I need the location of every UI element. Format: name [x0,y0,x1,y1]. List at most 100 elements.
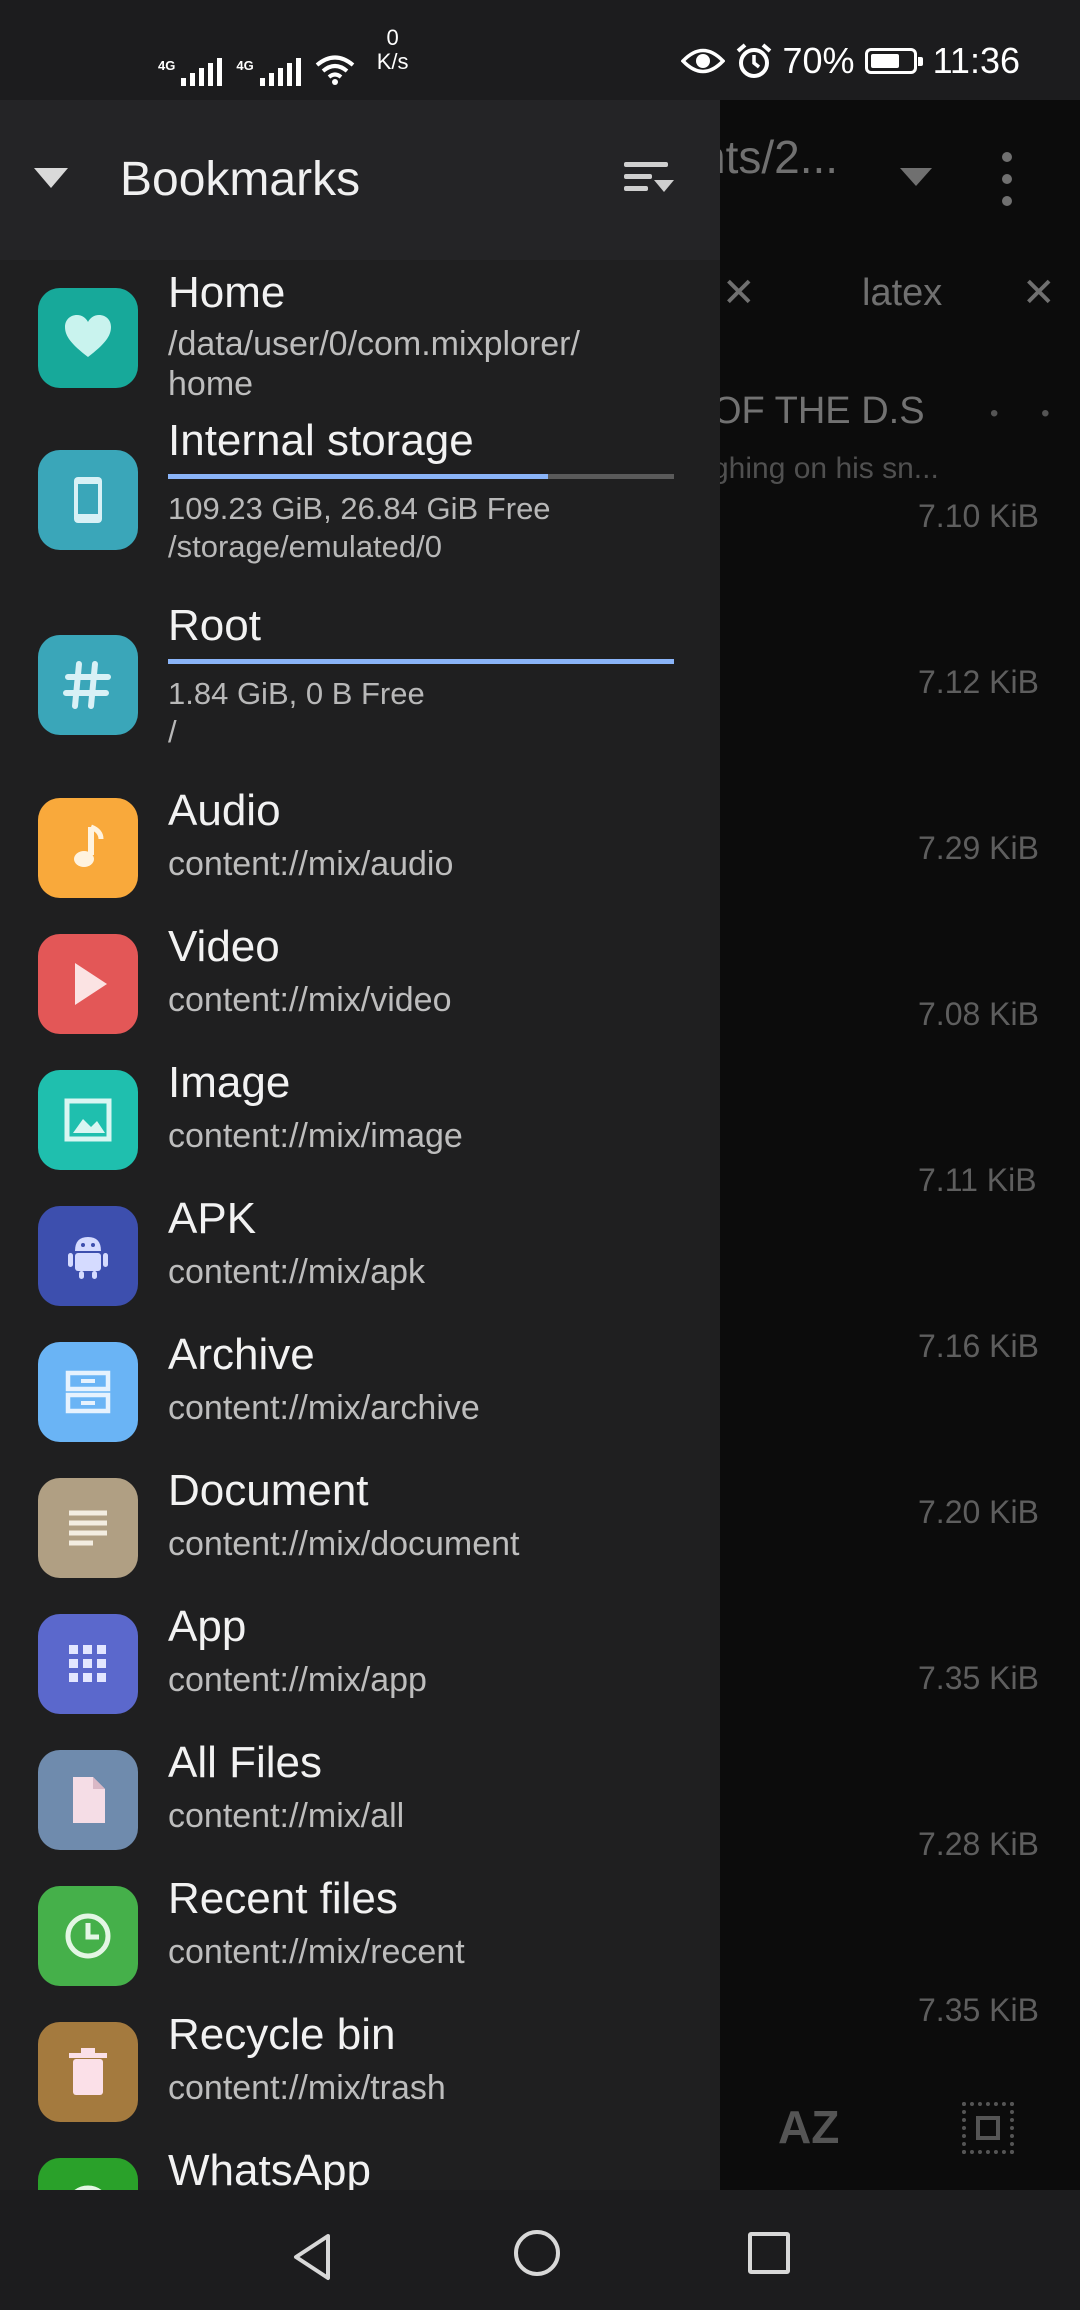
close-icon: ✕ [722,271,756,315]
net-speed: 0 K/s [377,26,409,74]
bookmark-path: content://mix/recent [168,1933,465,1971]
sort-az-button: AZ [778,2101,840,2153]
bookmark-title: All Files [168,1738,323,1787]
bookmark-item-root[interactable]: Root 1.84 GiB, 0 B Free / [0,595,720,780]
bookmark-title: Recent files [168,1874,398,1923]
bookmark-title: WhatsApp [168,2146,371,2190]
status-right: 70% 11:36 [680,40,1020,82]
bookmark-item-recent-files[interactable]: Recent files content://mix/recent [0,1868,720,2004]
bookmark-item-video[interactable]: Video content://mix/video [0,916,720,1052]
navigation-bar [0,2190,1080,2310]
bookmark-item-recycle-bin[interactable]: Recycle bin content://mix/trash [0,2004,720,2140]
whatsapp-icon [38,2158,138,2190]
file-size: 7.29 KiB [918,830,1039,866]
folder-subtitle: ghing on his sn... [712,452,939,485]
clock: 11:36 [932,40,1020,81]
image-icon [38,1070,138,1170]
bookmark-path: /storage/emulated/0 [168,529,443,564]
bookmark-path: content://mix/trash [168,2069,446,2107]
network-type-1: 4G [158,58,176,73]
bookmark-item-document[interactable]: Document content://mix/document [0,1460,720,1596]
sort-list-icon[interactable] [624,158,680,198]
apps-grid-icon [38,1614,138,1714]
status-bar: 4G 4G 0 K/s 70% 11:36 [0,0,1080,100]
net-speed-value: 0 [386,25,399,50]
drawer-header: Bookmarks [0,100,720,260]
archive-icon [38,1342,138,1442]
bookmark-path: content://mix/audio [168,845,454,883]
bookmark-title: Image [168,1058,291,1107]
more-vert-icon [1002,152,1012,206]
bookmark-title: App [168,1602,247,1651]
file-size: 7.11 KiB [918,1162,1037,1198]
file-size: 7.20 KiB [918,1494,1039,1530]
file-size: 7.10 KiB [918,498,1039,534]
home-icon[interactable] [514,2230,560,2276]
storage-info: 1.84 GiB, 0 B Free [168,676,425,711]
bookmark-title: Recycle bin [168,2010,396,2059]
bookmarks-drawer: Bookmarks Home/data/user/0/com.mixplorer… [0,100,720,2190]
recents-icon[interactable] [748,2232,790,2274]
collapse-caret-icon[interactable] [34,168,68,188]
trash-icon [38,2022,138,2122]
bookmark-path: content://mix/all [168,1797,405,1835]
file-size: 7.08 KiB [918,996,1039,1032]
bookmark-item-all-files[interactable]: All Files content://mix/all [0,1732,720,1868]
bookmark-item-apk[interactable]: APK content://mix/apk [0,1188,720,1324]
eye-icon [680,48,725,74]
signal-icon-2: 4G [236,58,301,86]
music-note-icon [38,798,138,898]
tab-label: latex [862,272,943,314]
heart-icon [38,288,138,388]
net-speed-unit: K/s [376,49,409,74]
storage-usage-fill [168,659,674,664]
path-label: nts/2... [700,131,839,183]
document-icon [38,1478,138,1578]
network-type-2: 4G [236,58,254,73]
play-icon [38,934,138,1034]
bookmark-path: content://mix/apk [168,1253,426,1291]
bookmark-path: content://mix/archive [168,1389,480,1427]
hash-icon [38,635,138,735]
select-all-icon [962,2102,1014,2154]
bookmark-item-app[interactable]: App content://mix/app [0,1596,720,1732]
bookmark-path: content://mix/app [168,1661,427,1699]
drawer-title: Bookmarks [120,153,361,206]
clock-icon [38,1886,138,1986]
phone-icon [38,450,138,550]
bookmark-title: Internal storage [168,416,474,465]
wifi-icon [315,55,354,85]
storage-usage-bar [168,474,674,479]
android-icon [38,1206,138,1306]
storage-usage-bar [168,659,674,664]
bookmark-title: Video [168,922,280,971]
status-left: 4G 4G 0 K/s [158,26,408,86]
bookmark-path: content://mix/document [168,1525,520,1563]
bookmark-path: /data/user/0/com.mixplorer/ home [168,325,580,403]
storage-info: 109.23 GiB, 26.84 GiB Free [168,491,551,526]
alarm-icon [736,43,771,78]
bookmark-item-audio[interactable]: Audio content://mix/audio [0,780,720,916]
bookmark-title: APK [168,1194,257,1243]
file-size: 7.16 KiB [918,1328,1039,1364]
bookmark-item-home[interactable]: Home/data/user/0/com.mixplorer/ home [0,260,720,410]
bookmark-item-archive[interactable]: Archive content://mix/archive [0,1324,720,1460]
bookmark-title: Archive [168,1330,315,1379]
dots-indicator: • • [990,400,1068,427]
battery-level [870,54,899,68]
battery-icon [864,48,923,74]
folder-title: OF THE D.S [712,390,925,432]
bookmark-item-internal-storage[interactable]: Internal storage 109.23 GiB, 26.84 GiB Fr… [0,410,720,595]
file-size: 7.35 KiB [918,1660,1039,1696]
bookmark-item-image[interactable]: Image content://mix/image [0,1052,720,1188]
bookmark-item-whatsapp[interactable]: WhatsApp [0,2140,720,2190]
file-size: 7.28 KiB [918,1826,1039,1862]
bookmark-title: Home [168,268,286,317]
bookmark-path: content://mix/image [168,1117,463,1155]
bookmark-title: Root [168,601,261,650]
battery-percent: 70% [782,40,855,81]
bookmark-path: / [168,714,177,749]
bookmark-title: Document [168,1466,369,1515]
bookmark-title: Audio [168,786,281,835]
back-icon[interactable] [290,2232,334,2282]
